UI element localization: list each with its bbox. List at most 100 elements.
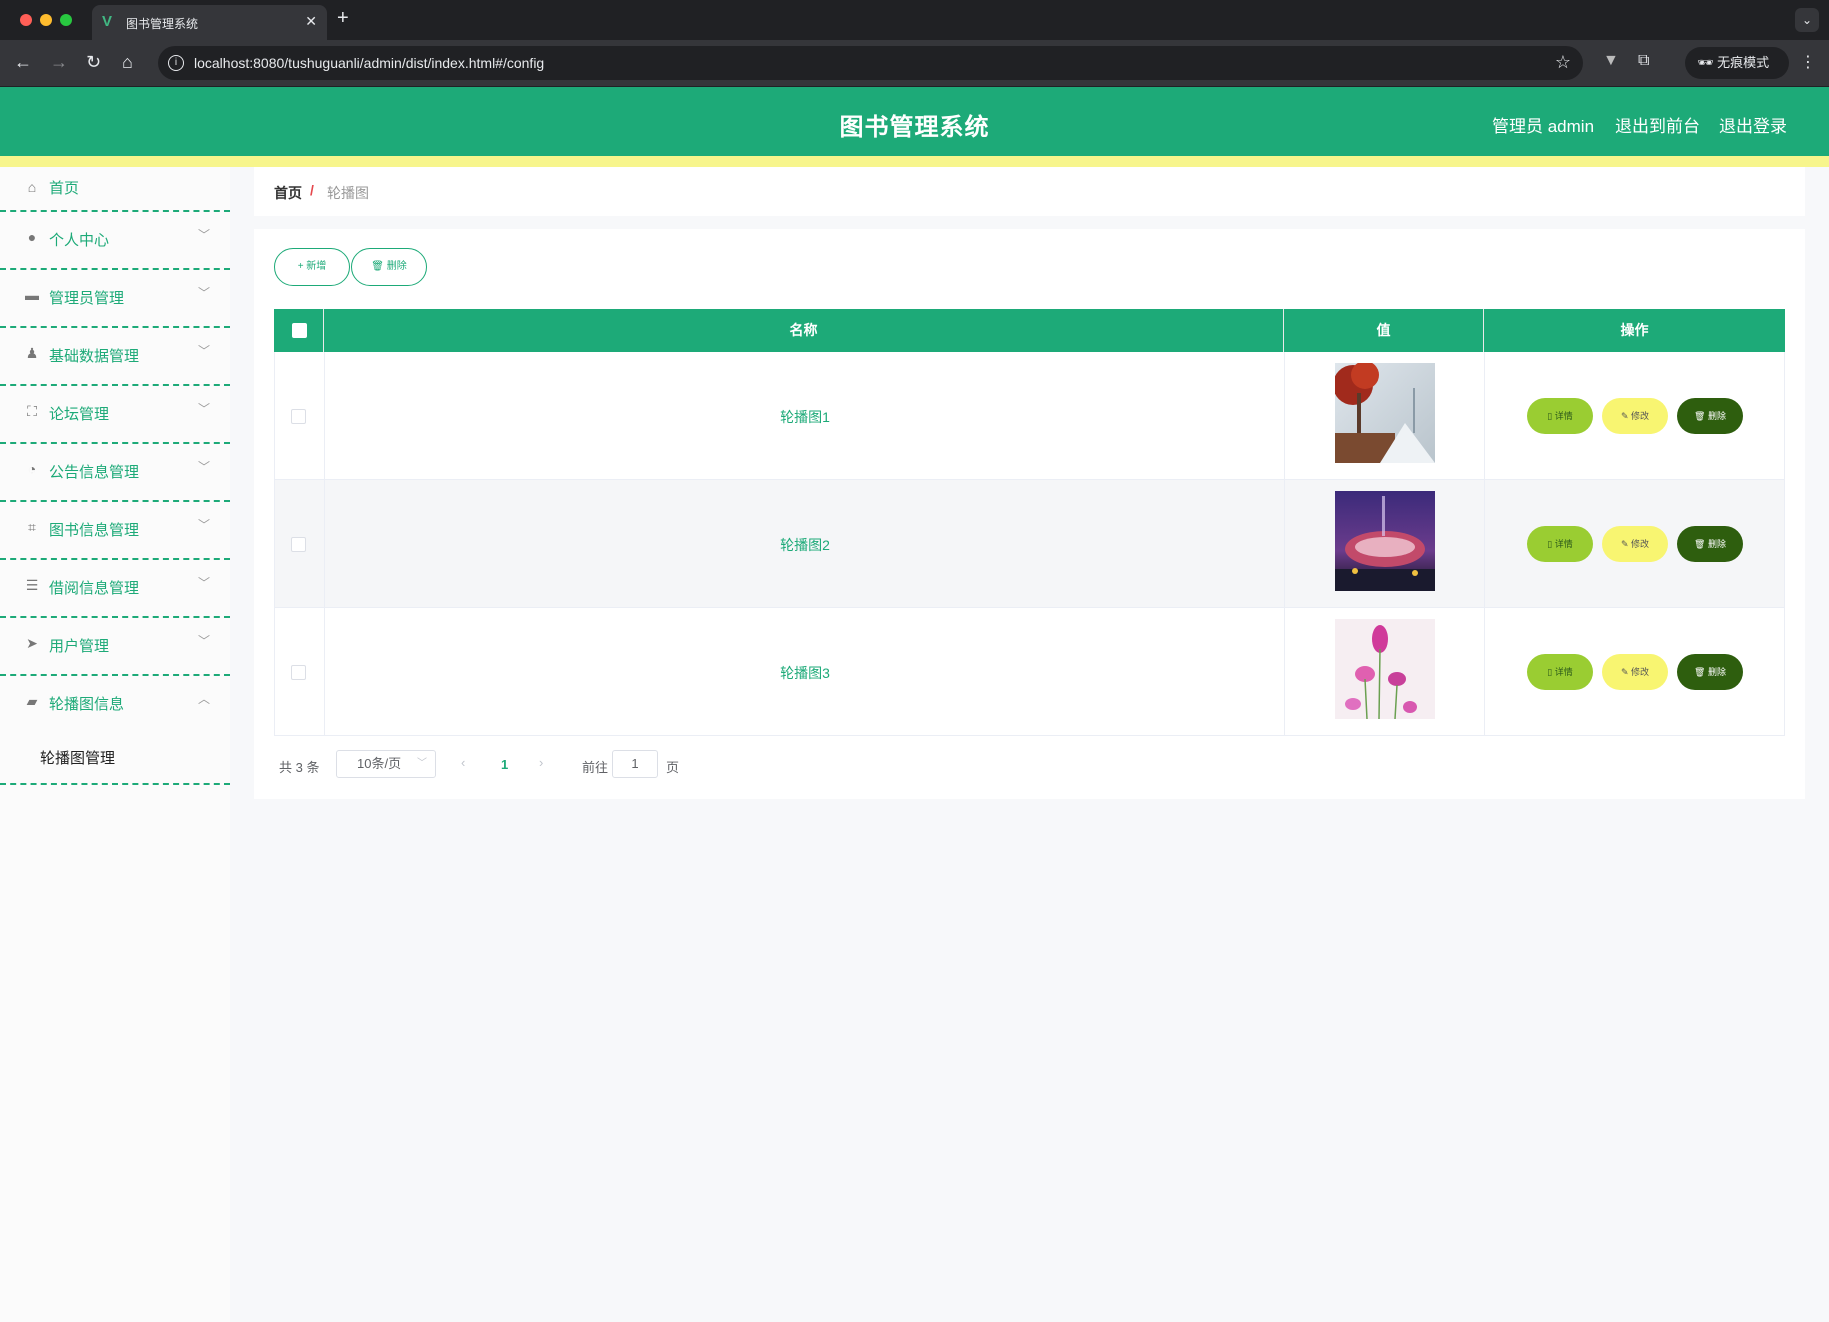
ticket-icon: ▰ <box>26 693 38 709</box>
document-icon: ▯ <box>1547 539 1553 549</box>
sidebar-item-home[interactable]: ⌂ 首页 <box>0 167 230 212</box>
list-icon: ☰ <box>25 577 39 593</box>
sidebar-item-carousel[interactable]: ▰ 轮播图信息 ︿ 轮播图管理 <box>0 676 230 785</box>
sidebar-item-label: 用户管理 <box>49 638 110 655</box>
home-browser-icon[interactable]: ⌂ <box>122 52 133 73</box>
page-number-current[interactable]: 1 <box>501 757 508 772</box>
table-row: 轮播图3 ▯ 详情 ✎ 修改 🗑 删除 <box>274 608 1785 736</box>
browser-menu-icon[interactable]: ⋮ <box>1800 52 1816 72</box>
detail-button[interactable]: ▯ 详情 <box>1527 654 1593 690</box>
close-window-button[interactable] <box>20 14 32 26</box>
extensions-icon[interactable]: ⧉ <box>1638 52 1649 70</box>
pencil-icon: ✎ <box>1620 411 1629 421</box>
delete-button-label: 删除 <box>386 261 407 272</box>
trash-icon: 🗑 <box>1694 667 1706 677</box>
bookmark-star-icon[interactable]: ☆ <box>1555 52 1571 73</box>
exit-to-front-link[interactable]: 退出到前台 <box>1615 112 1700 137</box>
close-tab-icon[interactable]: ✕ <box>305 13 317 30</box>
app-header: 图书管理系统 管理员 admin 退出到前台 退出登录 <box>0 87 1829 156</box>
sidebar-item-label: 管理员管理 <box>49 290 125 307</box>
detail-button[interactable]: ▯ 详情 <box>1527 398 1593 434</box>
send-icon: ➤ <box>26 635 38 651</box>
sidebar-item-books[interactable]: ⌗ 图书信息管理 ﹀ <box>0 502 230 560</box>
browser-tab-bar: V 图书管理系统 ✕ + ⌄ <box>0 0 1829 40</box>
row-checkbox[interactable] <box>291 665 306 680</box>
tab-title: 图书管理系统 <box>126 17 199 31</box>
breadcrumb-home[interactable]: 首页 <box>274 183 302 203</box>
monitor-icon: ▬ <box>25 287 39 303</box>
home-icon: ⌂ <box>27 179 37 195</box>
sidebar-item-basic-data[interactable]: ♟ 基础数据管理 ﹀ <box>0 328 230 386</box>
fullscreen-icon: ⛶ <box>27 403 37 419</box>
sidebar-item-borrowing[interactable]: ☰ 借阅信息管理 ﹀ <box>0 560 230 618</box>
table-row: 轮播图1 ▯ 详情 ✎ 修改 🗑 删除 <box>274 352 1785 480</box>
edit-button-label: 修改 <box>1631 667 1650 677</box>
gauge-icon: ◔ <box>27 461 37 477</box>
page-size-select[interactable]: 10条/页 ﹀ <box>336 750 436 778</box>
carousel-image-1[interactable] <box>1335 363 1435 463</box>
sidebar-item-users[interactable]: ➤ 用户管理 ﹀ <box>0 618 230 676</box>
column-header-name: 名称 <box>324 309 1284 352</box>
prev-page-icon[interactable]: ‹ <box>461 755 465 770</box>
row-checkbox[interactable] <box>291 409 306 424</box>
minimize-window-button[interactable] <box>40 14 52 26</box>
reload-icon[interactable]: ↻ <box>86 52 101 73</box>
column-divider <box>1484 608 1485 736</box>
row-checkbox[interactable] <box>291 537 306 552</box>
page-suffix-label: 页 <box>666 760 680 775</box>
incognito-badge[interactable]: 🕶 无痕模式 <box>1685 47 1789 79</box>
sidebar-item-admin-management[interactable]: ▬ 管理员管理 ﹀ <box>0 270 230 328</box>
chevron-down-icon: ﹀ <box>197 576 210 590</box>
goto-page-input[interactable]: 1 <box>612 750 658 778</box>
back-icon[interactable]: ← <box>14 52 32 73</box>
detail-button-label: 详情 <box>1554 411 1573 421</box>
sidebar-item-personal-center[interactable]: ● 个人中心 ﹀ <box>0 212 230 270</box>
delete-button[interactable]: 🗑 删除 <box>1677 398 1743 434</box>
edit-button-label: 修改 <box>1631 411 1650 421</box>
delete-button-label: 删除 <box>1707 411 1726 421</box>
content-card: + 新增 🗑 删除 名称 值 操作 轮播图1 ▯ 详情 ✎ 修改 🗑 删除 轮播… <box>254 229 1805 799</box>
sidebar-item-forum[interactable]: ⛶ 论坛管理 ﹀ <box>0 386 230 444</box>
delete-button[interactable]: 🗑 删除 <box>1677 526 1743 562</box>
column-header-actions: 操作 <box>1620 322 1649 338</box>
vue-devtools-icon[interactable]: ▼ <box>1603 52 1619 70</box>
table-header: 名称 值 操作 <box>274 309 1785 352</box>
batch-delete-button[interactable]: 🗑 删除 <box>351 248 427 286</box>
add-button-label: + 新增 <box>297 261 327 272</box>
address-bar[interactable]: i localhost:8080/tushuguanli/admin/dist/… <box>158 46 1583 80</box>
sidebar-item-label: 借阅信息管理 <box>49 580 140 597</box>
goto-label: 前往 <box>582 760 609 775</box>
crop-icon: ⌗ <box>28 519 36 535</box>
forward-icon[interactable]: → <box>50 52 68 73</box>
url-text[interactable]: localhost:8080/tushuguanli/admin/dist/in… <box>194 55 544 71</box>
site-info-icon[interactable]: i <box>168 55 184 71</box>
sidebar-item-announcements[interactable]: ◔ 公告信息管理 ﹀ <box>0 444 230 502</box>
select-all-checkbox[interactable] <box>292 323 307 338</box>
logout-link[interactable]: 退出登录 <box>1719 112 1787 137</box>
edit-button[interactable]: ✎ 修改 <box>1602 526 1668 562</box>
trash-icon: 🗑 <box>371 261 384 272</box>
sidebar-item-label: 轮播图信息 <box>49 696 125 713</box>
chevron-down-icon: ﹀ <box>197 286 210 300</box>
edit-button[interactable]: ✎ 修改 <box>1602 398 1668 434</box>
carousel-image-3[interactable] <box>1335 619 1435 719</box>
trash-icon: 🗑 <box>1694 539 1706 549</box>
next-page-icon[interactable]: › <box>539 755 543 770</box>
vue-icon: V <box>102 13 113 30</box>
carousel-image-2[interactable] <box>1335 491 1435 591</box>
new-tab-button[interactable]: + <box>337 7 349 30</box>
sidebar-subitem-carousel-management[interactable]: 轮播图管理 <box>40 747 115 768</box>
delete-button-label: 删除 <box>1707 667 1726 677</box>
add-button[interactable]: + 新增 <box>274 248 350 286</box>
chevron-down-icon: ﹀ <box>197 402 210 416</box>
detail-button[interactable]: ▯ 详情 <box>1527 526 1593 562</box>
stamp-icon: ♟ <box>25 345 39 361</box>
detail-button-label: 详情 <box>1554 667 1573 677</box>
browser-tab[interactable]: V 图书管理系统 ✕ <box>92 5 327 40</box>
tab-search-button[interactable]: ⌄ <box>1795 8 1819 32</box>
maximize-window-button[interactable] <box>60 14 72 26</box>
row-name: 轮播图2 <box>780 537 830 553</box>
delete-button[interactable]: 🗑 删除 <box>1677 654 1743 690</box>
sidebar-item-label: 图书信息管理 <box>49 522 140 539</box>
edit-button[interactable]: ✎ 修改 <box>1602 654 1668 690</box>
